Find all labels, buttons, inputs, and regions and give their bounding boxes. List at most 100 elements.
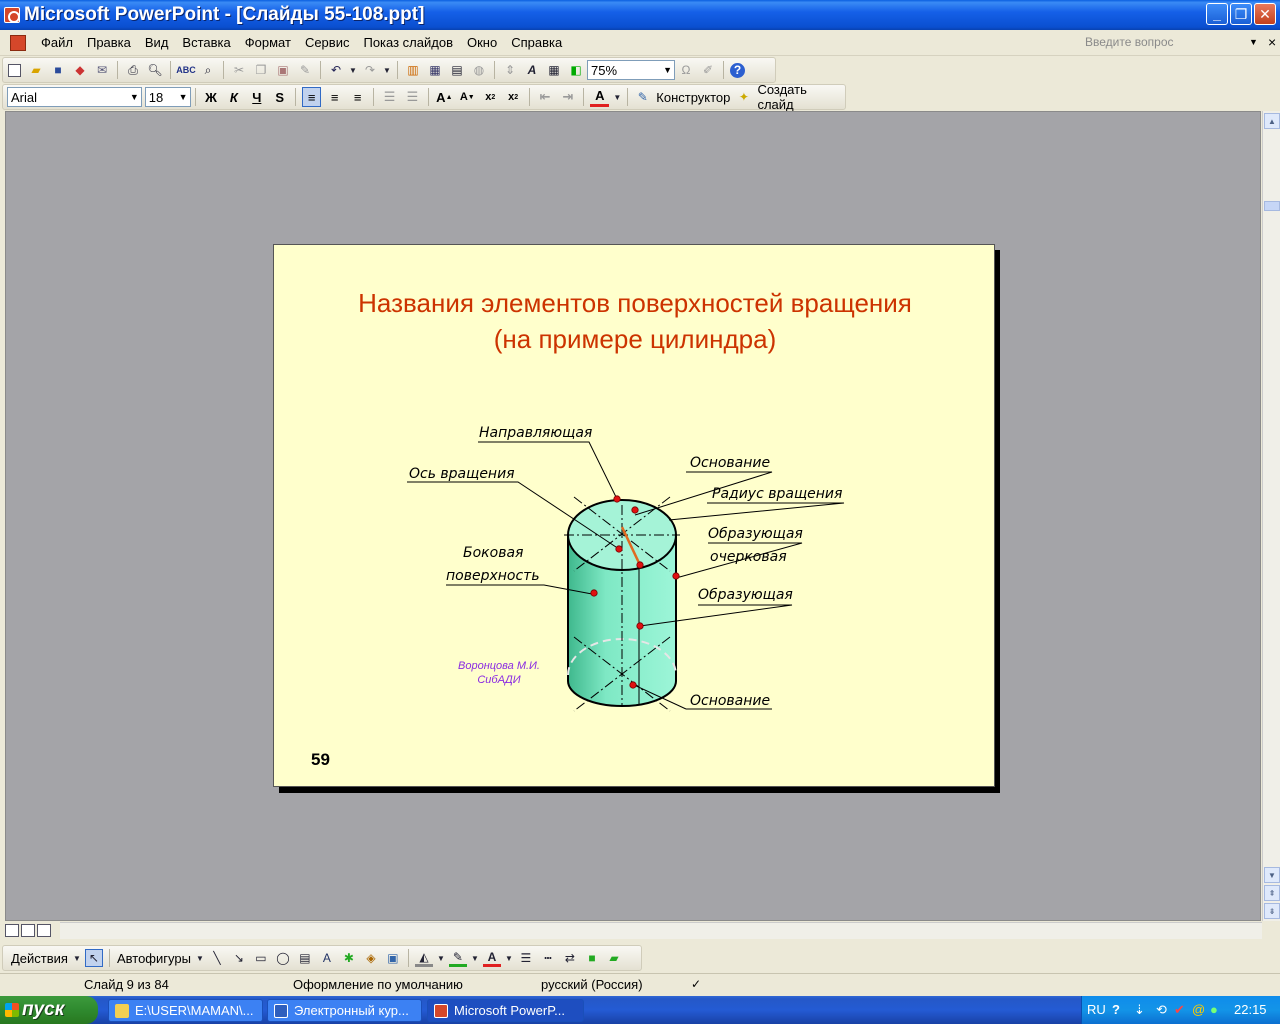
messenger-icon[interactable]: ● — [1210, 1002, 1218, 1017]
save-icon[interactable]: ■ — [49, 61, 67, 79]
new-slide-icon[interactable]: ✦ — [735, 88, 752, 106]
previous-slide-icon[interactable]: ⇞ — [1264, 885, 1280, 901]
redo-icon[interactable]: ↷ — [361, 61, 379, 79]
copy-icon[interactable]: ❐ — [252, 61, 270, 79]
chevron-down-icon[interactable]: ▼ — [613, 88, 621, 106]
increase-indent-button[interactable]: ⇥ — [559, 87, 578, 107]
menu-view[interactable]: Вид — [138, 35, 176, 50]
oval-icon[interactable]: ◯ — [274, 949, 292, 967]
font-size-select[interactable]: 18 ▼ — [144, 87, 191, 107]
chevron-down-icon[interactable]: ▼ — [505, 949, 513, 967]
new-icon[interactable] — [5, 61, 23, 79]
arrow-icon[interactable]: ↘ — [230, 949, 248, 967]
vertical-scrollbar[interactable]: ▲ ▼ ⇞ ⇟ — [1262, 111, 1280, 921]
autoshapes-menu-button[interactable]: Автофигуры — [117, 951, 191, 966]
actions-menu-button[interactable]: Действия — [11, 951, 68, 966]
email-icon[interactable]: ✉ — [93, 61, 111, 79]
show-grid-icon[interactable]: ▦ — [545, 61, 563, 79]
menu-format[interactable]: Формат — [238, 35, 298, 50]
menu-tools[interactable]: Сервис — [298, 35, 357, 50]
author-credit[interactable]: Воронцова М.И. СибАДИ — [444, 659, 554, 687]
chevron-down-icon[interactable]: ▼ — [663, 65, 672, 75]
subscript-button[interactable]: x2 — [481, 87, 500, 107]
language-status[interactable]: русский (Россия) — [541, 977, 643, 992]
align-left-button[interactable]: ≡ — [302, 87, 322, 107]
bold-button[interactable]: Ж — [201, 87, 220, 107]
insert-chart-icon[interactable]: ▥ — [404, 61, 422, 79]
align-right-button[interactable]: ≡ — [348, 87, 367, 107]
taskbar-item-word[interactable]: Электронный кур... — [267, 999, 422, 1022]
taskbar-item-explorer[interactable]: E:\USER\MAMAN\... — [108, 999, 263, 1022]
restore-button[interactable]: ❐ — [1230, 3, 1252, 25]
normal-view-icon[interactable] — [5, 924, 19, 937]
designer-icon[interactable]: ✎ — [634, 88, 651, 106]
insert-table-icon[interactable]: ▦ — [426, 61, 444, 79]
print-preview-icon[interactable]: 🔍︎ — [146, 61, 164, 79]
print-icon[interactable]: ⎙ — [124, 61, 142, 79]
wordart-icon[interactable]: A — [318, 949, 336, 967]
menu-help[interactable]: Справка — [504, 35, 569, 50]
antivirus-icon[interactable]: ✔ — [1174, 1002, 1185, 1018]
superscript-button[interactable]: x2 — [504, 87, 523, 107]
designer-button[interactable]: Конструктор — [656, 90, 730, 105]
chevron-down-icon[interactable]: ▼ — [437, 949, 445, 967]
dash-style-icon[interactable]: ┅ — [539, 949, 557, 967]
clock[interactable]: 22:15 — [1234, 1002, 1267, 1017]
line-icon[interactable]: ╲ — [208, 949, 226, 967]
arrow-style-icon[interactable]: ⇄ — [561, 949, 579, 967]
format-painter-icon[interactable]: ✎ — [296, 61, 314, 79]
clipart-icon[interactable]: ◈ — [362, 949, 380, 967]
spelling-status-icon[interactable]: ✓ — [691, 977, 701, 991]
textbox-icon[interactable]: ▤ — [296, 949, 314, 967]
shadow-button[interactable]: S — [270, 87, 289, 107]
powerpoint-app-icon[interactable] — [4, 7, 20, 23]
research-icon[interactable]: ⌕ — [199, 61, 217, 79]
omega-icon[interactable]: Ω — [677, 61, 695, 79]
menu-insert[interactable]: Вставка — [175, 35, 237, 50]
hyperlink-icon[interactable]: ◍ — [470, 61, 488, 79]
select-objects-icon[interactable]: ↖ — [84, 949, 103, 967]
taskbar-item-powerpoint[interactable]: Microsoft PowerP... — [427, 999, 584, 1022]
italic-button[interactable]: К — [224, 87, 243, 107]
decrease-font-button[interactable]: A ▼ — [458, 87, 477, 107]
3d-style-icon[interactable]: ▰ — [605, 949, 623, 967]
line-color-icon[interactable]: ✎ — [448, 949, 467, 967]
rectangle-icon[interactable]: ▭ — [252, 949, 270, 967]
chevron-down-icon[interactable]: ▼ — [196, 949, 204, 967]
network-icon[interactable]: ⇣ — [1134, 1002, 1145, 1018]
show-formatting-icon[interactable]: A — [523, 61, 541, 79]
bullets-button[interactable]: ☰ — [403, 87, 422, 107]
expand-all-icon[interactable]: ⇕ — [501, 61, 519, 79]
fill-color-icon[interactable]: ◭ — [414, 949, 433, 967]
slide-sorter-icon[interactable] — [21, 924, 35, 937]
slide[interactable]: Названия элементов поверхностей вращения… — [273, 244, 995, 787]
shadow-style-icon[interactable]: ■ — [583, 949, 601, 967]
ask-question-input[interactable]: Введите вопрос — [1085, 35, 1265, 49]
numbering-button[interactable]: ☰ — [380, 87, 399, 107]
menu-edit[interactable]: Правка — [80, 35, 138, 50]
next-slide-icon[interactable]: ⇟ — [1264, 903, 1280, 919]
diagram-icon[interactable]: ✱ — [340, 949, 358, 967]
chevron-down-icon[interactable]: ▼ — [471, 949, 479, 967]
increase-font-button[interactable]: A ▲ — [435, 87, 454, 107]
menu-window[interactable]: Окно — [460, 35, 504, 50]
paste-icon[interactable]: ▣ — [274, 61, 292, 79]
horizontal-scrollbar[interactable] — [60, 922, 1262, 939]
chevron-down-icon[interactable]: ▼ — [1249, 37, 1258, 47]
refresh-icon[interactable]: ⟲ — [1156, 1002, 1167, 1018]
align-center-button[interactable]: ≡ — [325, 87, 344, 107]
cylinder-diagram[interactable]: Направляющая Ось вращения Основание Ради… — [274, 245, 996, 788]
minimize-button[interactable]: _ — [1206, 3, 1228, 25]
slide-number[interactable]: 59 — [311, 750, 330, 770]
tables-borders-icon[interactable]: ▤ — [448, 61, 466, 79]
close-button[interactable]: ✕ — [1254, 3, 1276, 25]
picture-icon[interactable]: ▣ — [384, 949, 402, 967]
cut-icon[interactable]: ✂ — [230, 61, 248, 79]
undo-icon[interactable]: ↶ — [327, 61, 345, 79]
menu-file[interactable]: Файл — [34, 35, 80, 50]
spelling-icon[interactable]: ABC — [176, 61, 196, 79]
open-icon[interactable]: ▰ — [27, 61, 45, 79]
permission-icon[interactable]: ◆ — [71, 61, 89, 79]
underline-button[interactable]: Ч — [247, 87, 266, 107]
slideshow-view-icon[interactable] — [37, 924, 51, 937]
